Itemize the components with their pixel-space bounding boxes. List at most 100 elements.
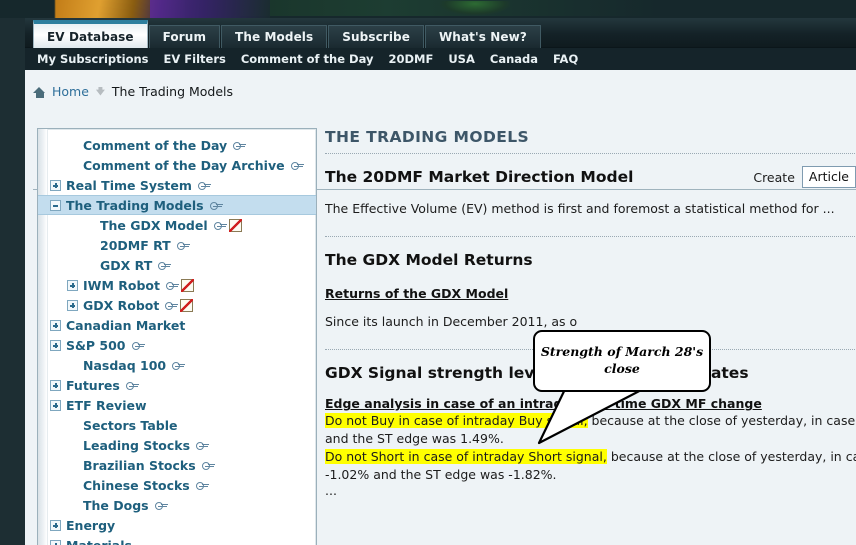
main-content: THE TRADING MODELS The 20DMF Market Dire… bbox=[325, 128, 856, 545]
sidebar-item-label: Sectors Table bbox=[83, 417, 178, 433]
edge-line-3-rest: because at the close of yesterday, in ca… bbox=[610, 448, 856, 464]
sidebar-item-the-dogs[interactable]: The Dogs bbox=[38, 495, 316, 515]
sidebar-item-label: Materials bbox=[66, 537, 132, 545]
sidebar-item-leading-stocks[interactable]: Leading Stocks bbox=[38, 435, 316, 455]
banner-graphic-leaf bbox=[440, 1, 510, 15]
article-body-20dmf: The Effective Volume (EV) method is firs… bbox=[325, 201, 835, 216]
key-icon bbox=[290, 161, 304, 170]
sidebar-item-label: GDX RT bbox=[100, 257, 153, 273]
highlight-do-not-buy: Do not Buy in case of intraday Buy signa… bbox=[325, 413, 588, 429]
sidebar-item-nasdaq-100[interactable]: Nasdaq 100 bbox=[38, 355, 316, 375]
expand-plus-icon[interactable] bbox=[67, 279, 78, 291]
sidebar-item-gdx-robot[interactable]: GDX Robot bbox=[38, 295, 316, 315]
banner-graphic-purple bbox=[150, 0, 270, 18]
subnav-faq[interactable]: FAQ bbox=[553, 52, 578, 66]
sidebar-item-the-gdx-model[interactable]: The GDX Model bbox=[38, 215, 316, 235]
sidebar-item-label: Canadian Market bbox=[66, 317, 186, 333]
sidebar-item-20dmf-rt[interactable]: 20DMF RT bbox=[38, 235, 316, 255]
edge-line-1-rest: because at the close of yesterday, in ca… bbox=[591, 413, 856, 429]
subnav-20dmf[interactable]: 20DMF bbox=[388, 52, 433, 66]
sidebar-item-label: Leading Stocks bbox=[83, 437, 191, 453]
key-icon bbox=[176, 241, 190, 250]
sidebar-item-etf-review[interactable]: ETF Review bbox=[38, 395, 316, 415]
sidebar-item-label: Comment of the Day Archive bbox=[83, 157, 285, 173]
expand-plus-icon[interactable] bbox=[50, 399, 61, 411]
navigation-sidebar: Comment of the Day Comment of the Day Arc… bbox=[37, 128, 317, 545]
edge-analysis-block: Edge analysis in case of an intraday rea… bbox=[325, 396, 856, 498]
edge-line-4: -1.02% and the ST edge was -1.82%. bbox=[325, 466, 557, 482]
sidebar-item-materials[interactable]: Materials bbox=[38, 535, 316, 545]
tab-subscribe[interactable]: Subscribe bbox=[328, 25, 424, 48]
sidebar-item-iwm-robot[interactable]: IWM Robot bbox=[38, 275, 316, 295]
tab-forum[interactable]: Forum bbox=[148, 25, 221, 48]
sidebar-item-label: Comment of the Day bbox=[83, 137, 228, 153]
sidebar-item-label: Nasdaq 100 bbox=[83, 357, 167, 373]
subnav-ev-filters[interactable]: EV Filters bbox=[164, 52, 226, 66]
sidebar-item-label: Real Time System bbox=[66, 177, 192, 193]
left-rail bbox=[0, 18, 25, 545]
sidebar-item-label: Brazilian Stocks bbox=[83, 457, 196, 473]
link-returns-of-gdx-model[interactable]: Returns of the GDX Model bbox=[325, 286, 508, 301]
browser-viewport: EV Database Forum The Models Subscribe What'… bbox=[0, 0, 856, 545]
highlight-do-not-short: Do not Short in case of intraday Short s… bbox=[325, 448, 607, 464]
primary-tabbar: EV Database Forum The Models Subscribe What'… bbox=[25, 18, 856, 48]
sidebar-item-label: The Trading Models bbox=[66, 197, 204, 213]
expand-plus-icon[interactable] bbox=[50, 519, 61, 531]
edge-line-3: Do not Short in case of intraday Short s… bbox=[325, 448, 856, 466]
tab-what-s-new[interactable]: What's New? bbox=[424, 25, 541, 48]
sidebar-item-comment-of-the-day[interactable]: Comment of the Day bbox=[38, 135, 316, 155]
sidebar-item-brazilian-stocks[interactable]: Brazilian Stocks bbox=[38, 455, 316, 475]
sidebar-item-chinese-stocks[interactable]: Chinese Stocks bbox=[38, 475, 316, 495]
breadcrumb-separator-icon bbox=[95, 86, 105, 96]
secondary-nav: My Subscriptions EV Filters Comment of the… bbox=[25, 48, 856, 70]
key-icon bbox=[165, 301, 179, 310]
sidebar-item-sectors-table[interactable]: Sectors Table bbox=[38, 415, 316, 435]
sidebar-item-energy[interactable]: Energy bbox=[38, 515, 316, 535]
page-title: THE TRADING MODELS bbox=[325, 128, 530, 146]
subnav-my-subscriptions[interactable]: My Subscriptions bbox=[37, 52, 149, 66]
subnav-comment-of-the-day[interactable]: Comment of the Day bbox=[241, 52, 374, 66]
sidebar-item-label: IWM Robot bbox=[83, 277, 160, 293]
sidebar-item-comment-of-the-day-archive[interactable]: Comment of the Day Archive bbox=[38, 155, 316, 175]
collapse-minus-icon[interactable] bbox=[50, 199, 61, 211]
sidebar-item-futures[interactable]: Futures bbox=[38, 375, 316, 395]
subnav-canada[interactable]: Canada bbox=[490, 52, 538, 66]
key-icon bbox=[196, 441, 210, 450]
sidebar-item-label: The GDX Model bbox=[100, 217, 208, 233]
page-body: Home The Trading Models Create Article C… bbox=[25, 70, 856, 545]
chart-restricted-icon bbox=[180, 279, 194, 292]
breadcrumb-current: The Trading Models bbox=[111, 83, 234, 99]
subnav-usa[interactable]: USA bbox=[448, 52, 475, 66]
expand-plus-icon[interactable] bbox=[50, 319, 61, 331]
key-icon bbox=[154, 501, 168, 510]
key-icon bbox=[125, 381, 139, 390]
tab-the-models[interactable]: The Models bbox=[221, 25, 328, 48]
breadcrumb-home-link[interactable]: Home bbox=[52, 84, 89, 99]
key-icon bbox=[197, 181, 211, 190]
article-title-gdx-returns: The GDX Model Returns bbox=[325, 251, 533, 270]
article-title-gdx-signal: GDX Signal strength level and real time … bbox=[325, 364, 749, 383]
key-icon bbox=[209, 201, 223, 210]
divider-dotted-2 bbox=[325, 236, 856, 238]
sidebar-item-s-p-500[interactable]: S&P 500 bbox=[38, 335, 316, 355]
edge-line-1: Do not Buy in case of intraday Buy signa… bbox=[325, 412, 856, 430]
article-body-gdx-returns: Since its launch in December 2011, as o bbox=[325, 314, 578, 330]
expand-plus-icon[interactable] bbox=[50, 539, 61, 545]
expand-plus-icon[interactable] bbox=[50, 339, 61, 351]
sidebar-item-the-trading-models[interactable]: The Trading Models bbox=[38, 195, 316, 215]
key-icon bbox=[213, 221, 227, 230]
sidebar-item-canadian-market[interactable]: Canadian Market bbox=[38, 315, 316, 335]
key-icon bbox=[233, 141, 247, 150]
sidebar-item-real-time-system[interactable]: Real Time System bbox=[38, 175, 316, 195]
sidebar-item-gdx-rt[interactable]: GDX RT bbox=[38, 255, 316, 275]
tab-ev-database[interactable]: EV Database bbox=[33, 20, 148, 48]
sidebar-item-label: ETF Review bbox=[66, 397, 147, 413]
expand-plus-icon[interactable] bbox=[50, 379, 61, 391]
sidebar-item-label: Energy bbox=[66, 517, 116, 533]
expand-plus-icon[interactable] bbox=[67, 299, 78, 311]
key-icon bbox=[158, 261, 172, 270]
edge-more-ellipsis: ... bbox=[325, 483, 337, 499]
article-title-20dmf: The 20DMF Market Direction Model bbox=[325, 168, 634, 186]
edge-line-2: and the ST edge was 1.49%. bbox=[325, 431, 504, 446]
expand-plus-icon[interactable] bbox=[50, 179, 61, 191]
